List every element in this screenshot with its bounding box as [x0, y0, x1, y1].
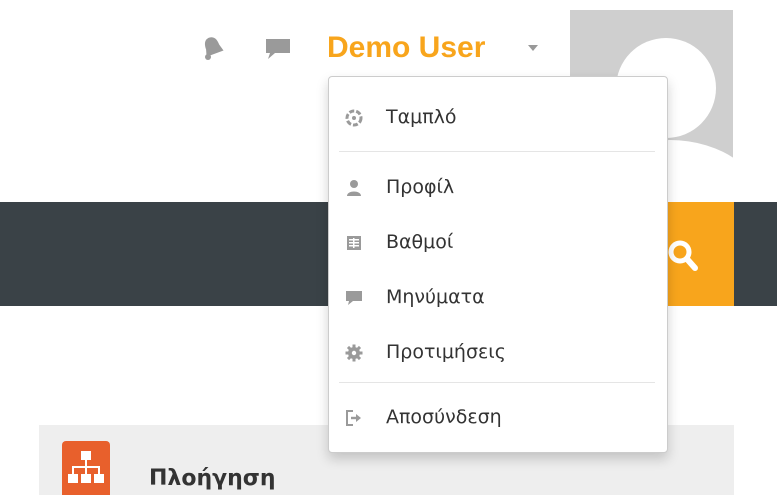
sitemap-icon: [62, 441, 110, 495]
menu-item-preferences[interactable]: Προτιμήσεις: [329, 332, 667, 372]
menu-item-label: Προτιμήσεις: [386, 341, 506, 363]
menu-item-messages[interactable]: Μηνύματα: [329, 277, 667, 317]
bell-icon[interactable]: [201, 35, 225, 61]
dashboard-icon: [345, 109, 363, 127]
chat-bubble-icon[interactable]: [263, 36, 293, 62]
caret-down-icon[interactable]: [528, 45, 538, 51]
chat-bubble-icon: [346, 291, 362, 305]
navigation-block-title: Πλοήγηση: [149, 466, 276, 491]
user-icon: [347, 180, 361, 196]
menu-item-label: Ταμπλό: [386, 106, 457, 128]
user-dropdown-menu: Ταμπλό Προφίλ Βαθμοί Μηνύματα Προτιμήσει…: [328, 76, 668, 453]
menu-divider: [339, 382, 655, 383]
user-menu-toggle[interactable]: Demo User: [327, 27, 485, 69]
menu-item-label: Βαθμοί: [386, 231, 454, 253]
menu-item-label: Μηνύματα: [386, 286, 485, 308]
grades-table-icon: [347, 236, 361, 250]
sign-out-icon: [346, 410, 361, 426]
gear-icon: [345, 344, 363, 362]
menu-item-profile[interactable]: Προφίλ: [329, 167, 667, 207]
menu-item-label: Αποσύνδεση: [386, 406, 502, 428]
menu-item-logout[interactable]: Αποσύνδεση: [329, 397, 667, 437]
search-icon: [668, 240, 698, 271]
menu-item-grades[interactable]: Βαθμοί: [329, 222, 667, 262]
menu-item-label: Προφίλ: [386, 176, 455, 198]
menu-divider: [339, 151, 655, 152]
menu-item-dashboard[interactable]: Ταμπλό: [329, 97, 667, 137]
